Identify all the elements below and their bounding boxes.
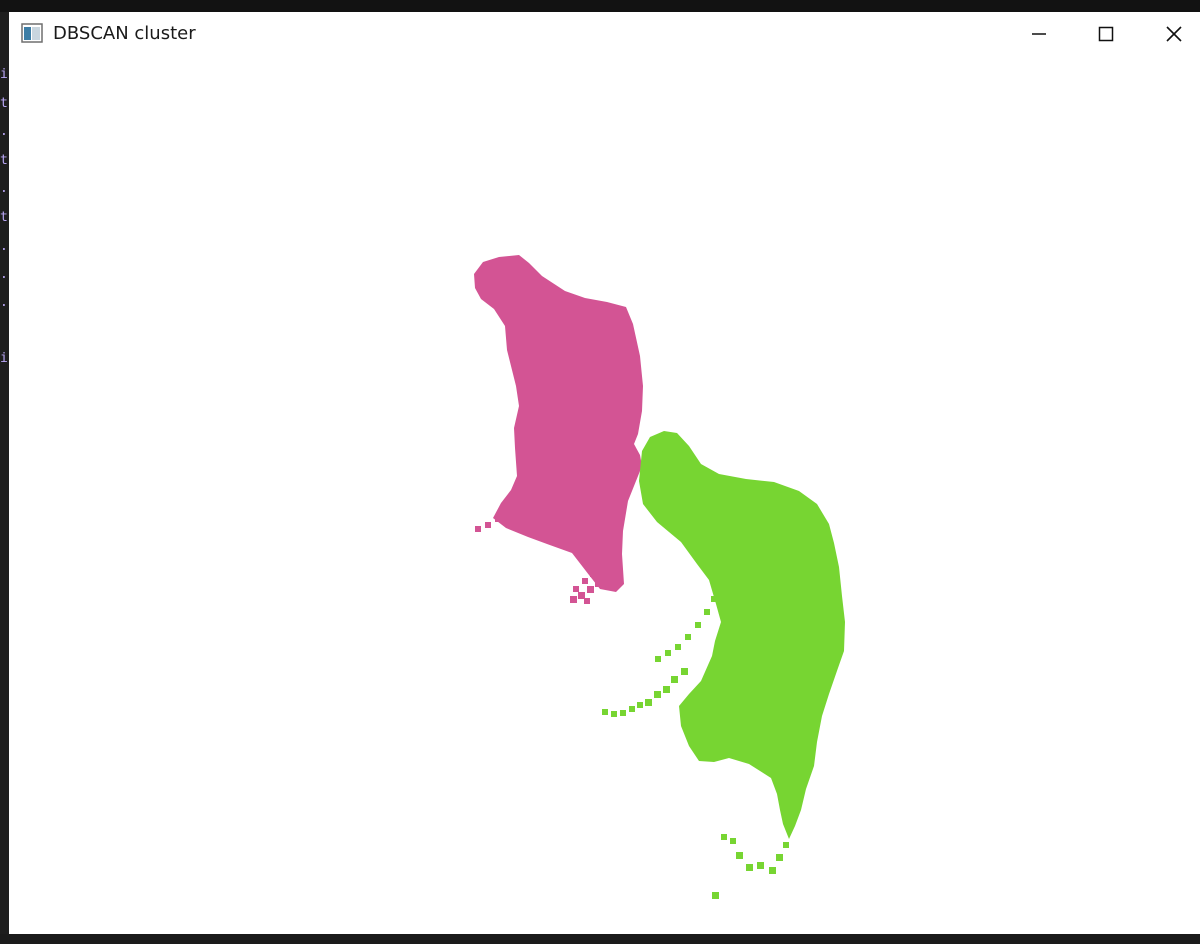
minimize-button[interactable] — [1004, 12, 1074, 56]
point-cloud-viewport[interactable] — [9, 56, 1200, 934]
editor-glyph: i — [0, 68, 8, 82]
editor-glyph: . — [0, 182, 8, 196]
editor-backdrop-left: i t . t . t . . . i — [0, 12, 9, 944]
minimize-icon — [1032, 33, 1046, 35]
window-titlebar[interactable]: DBSCAN cluster — [9, 12, 1200, 56]
cluster-green — [602, 431, 845, 899]
editor-glyph: . — [0, 125, 8, 139]
desktop-backdrop-top — [0, 0, 1200, 12]
cluster-pink — [474, 255, 643, 604]
close-icon — [1166, 26, 1182, 42]
editor-glyph: t — [0, 211, 8, 225]
editor-backdrop-bottom — [0, 934, 1200, 944]
close-button[interactable] — [1139, 12, 1200, 56]
editor-glyph: i — [0, 352, 8, 366]
dbscan-window: DBSCAN cluster — [9, 12, 1200, 934]
editor-glyph: t — [0, 97, 8, 111]
maximize-icon — [1098, 26, 1114, 42]
cluster-pink-body — [474, 255, 643, 592]
editor-glyph: t — [0, 154, 8, 168]
maximize-button[interactable] — [1071, 12, 1141, 56]
editor-glyph: . — [0, 240, 8, 254]
editor-glyph: . — [0, 296, 8, 310]
point-cloud-render — [474, 255, 845, 899]
cluster-green-body — [639, 431, 845, 839]
editor-glyph: . — [0, 268, 8, 282]
app-window-icon — [21, 23, 43, 43]
window-title: DBSCAN cluster — [53, 23, 196, 44]
